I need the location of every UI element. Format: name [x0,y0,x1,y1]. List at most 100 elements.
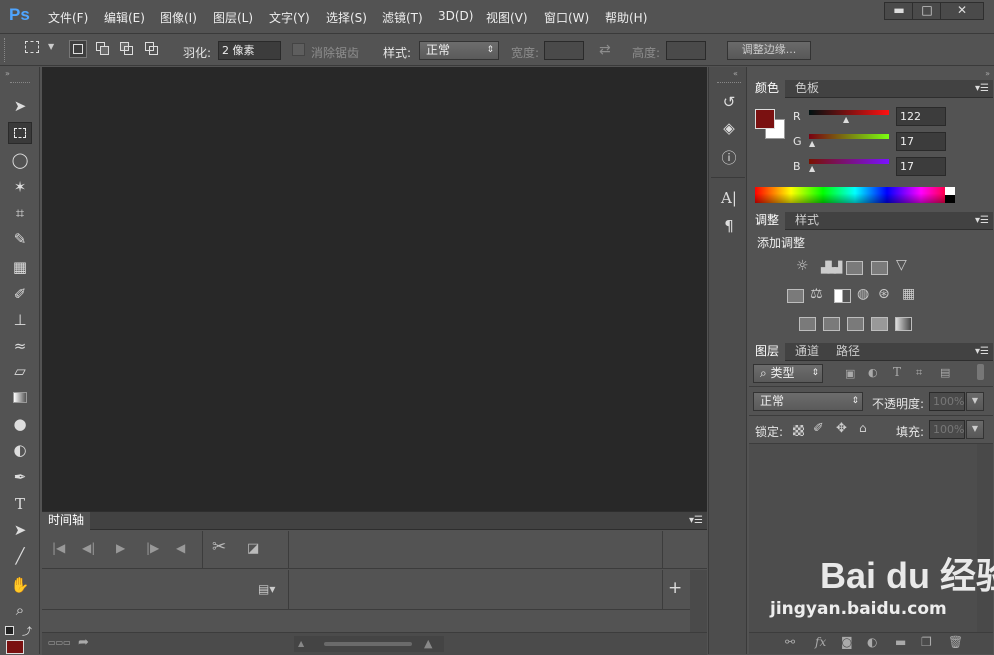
brightness-contrast-icon[interactable]: ☼ [796,259,809,273]
zoom-slider[interactable] [324,642,412,646]
g-slider-thumb[interactable]: ▲ [809,139,815,148]
previous-frame-icon[interactable]: ◀| [82,541,95,555]
add-to-selection-icon[interactable] [95,41,111,57]
magic-wand-tool-icon[interactable]: ✶ [8,176,32,198]
b-slider-track[interactable] [809,159,889,164]
menu-view[interactable]: 视图(V) [486,9,528,26]
height-input[interactable] [666,41,706,60]
gradient-tool-icon[interactable] [8,387,32,409]
rectangular-marquee-tool-icon[interactable] [8,122,32,144]
selective-color-icon[interactable] [871,317,888,331]
curves-icon[interactable] [846,261,863,275]
split-scissors-icon[interactable]: ✂ [212,537,226,557]
menu-select[interactable]: 选择(S) [326,9,367,26]
eyedropper-tool-icon[interactable]: ✎ [8,228,32,250]
antialias-checkbox[interactable] [292,43,305,56]
panel-menu-icon[interactable]: ▾☰ [975,83,989,94]
black-white-icon[interactable] [834,289,851,303]
pen-tool-icon[interactable]: ✒ [8,466,32,488]
intersect-selection-icon[interactable] [144,41,160,57]
line-tool-icon[interactable]: ╱ [8,545,32,567]
document-canvas[interactable] [42,67,707,511]
levels-icon[interactable]: ▟▙▟ [821,261,842,274]
menu-3d[interactable]: 3D(D) [438,9,473,23]
add-media-button[interactable]: + [668,578,682,598]
lock-all-icon[interactable]: ⌂ [859,421,867,435]
color-balance-icon[interactable]: ⚖ [810,286,823,302]
new-selection-icon[interactable] [69,40,87,58]
layer-style-fx-icon[interactable]: fx [815,635,826,649]
path-selection-tool-icon[interactable]: ➤ [8,519,32,541]
tab-adjustments[interactable]: 调整 [749,212,786,230]
zoom-in-icon[interactable]: ▲ [424,637,432,650]
feather-input[interactable]: 2 像素 [218,41,281,60]
foreground-color-swatch[interactable] [6,640,24,654]
posterize-icon[interactable] [823,317,840,331]
menu-type[interactable]: 文字(Y) [269,9,310,26]
toolbar-grip[interactable] [10,82,30,84]
add-mask-icon[interactable]: ◙ [841,635,853,649]
layers-scrollbar[interactable] [977,444,993,632]
r-slider-thumb[interactable]: ▲ [843,115,849,124]
options-grip[interactable] [4,38,7,62]
new-group-icon[interactable]: ▬ [895,635,906,649]
invert-icon[interactable] [799,317,816,331]
fill-input[interactable]: 100% [929,420,965,439]
panel-menu-icon[interactable]: ▾☰ [689,515,703,526]
3d-panel-icon[interactable]: ◈ [719,119,739,137]
b-slider-thumb[interactable]: ▲ [809,164,815,173]
blend-mode-select[interactable]: 正常 ⇕ [753,392,863,411]
clone-stamp-tool-icon[interactable]: ⊥ [8,309,32,331]
zoom-slider-track[interactable]: ▲ ▲ [294,636,444,652]
history-icon[interactable]: ↺ [719,93,739,111]
dodge-tool-icon[interactable]: ◐ [8,439,32,461]
color-lookup-icon[interactable]: ▦ [902,286,915,302]
menu-filter[interactable]: 滤镜(T) [382,9,423,26]
tab-timeline[interactable]: 时间轴 [42,512,91,530]
maximize-button[interactable]: □ [912,2,942,20]
delete-layer-trash-icon[interactable]: 🗑 [948,635,963,649]
frame-mode-icon[interactable]: ▭▭▭ [48,638,71,647]
panel-menu-icon[interactable]: ▾☰ [975,215,989,226]
tab-layers[interactable]: 图层 [749,343,786,361]
lock-position-icon[interactable]: ✥ [836,421,847,436]
r-value-input[interactable]: 122 [896,107,946,126]
threshold-icon[interactable] [847,317,864,331]
fill-dropdown-icon[interactable]: ▼ [966,420,984,439]
spectrum-white-swatch[interactable] [945,187,955,195]
width-input[interactable] [544,41,584,60]
swap-dimensions-icon[interactable]: ⇄ [599,42,611,58]
tab-paths[interactable]: 路径 [830,343,866,361]
zoom-tool-icon[interactable]: ⌕ [8,599,32,621]
move-tool-icon[interactable]: ➤ [8,95,32,117]
brush-tool-icon[interactable]: ✐ [8,283,32,305]
audio-icon[interactable]: ◀ [176,541,185,555]
spectrum-black-swatch[interactable] [945,195,955,203]
menu-file[interactable]: 文件(F) [48,9,88,26]
crop-tool-icon[interactable]: ⌗ [8,202,32,224]
photo-filter-icon[interactable]: ◍ [857,286,869,302]
first-frame-icon[interactable]: |◀ [52,541,65,555]
tab-color[interactable]: 颜色 [749,80,786,98]
hand-tool-icon[interactable]: ✋ [8,574,32,596]
hue-saturation-icon[interactable] [787,289,804,303]
filter-type-icon[interactable]: T [893,365,901,379]
play-icon[interactable]: ▶ [116,541,125,555]
strip-grip[interactable] [717,82,741,84]
filter-toggle-switch[interactable] [977,364,984,380]
b-value-input[interactable]: 17 [896,157,946,176]
lock-image-pixels-icon[interactable]: ✐ [813,421,824,436]
menu-image[interactable]: 图像(I) [160,9,197,26]
filter-pixel-icon[interactable]: ▣ [845,367,855,380]
vibrance-icon[interactable]: ▽ [896,257,907,273]
swap-colors-icon[interactable]: ⤴ [22,623,32,638]
g-value-input[interactable]: 17 [896,132,946,151]
eraser-tool-icon[interactable]: ▱ [8,360,32,382]
filter-smart-object-icon[interactable]: ▤ [940,366,950,379]
foreground-color-chip[interactable] [755,109,775,129]
menu-edit[interactable]: 编辑(E) [104,9,145,26]
layer-filter-select[interactable]: ⌕ 类型 ⇕ [753,364,823,383]
transition-icon[interactable]: ◪ [247,541,259,556]
type-tool-icon[interactable]: T [8,493,32,515]
character-panel-icon[interactable]: A| [719,189,739,207]
